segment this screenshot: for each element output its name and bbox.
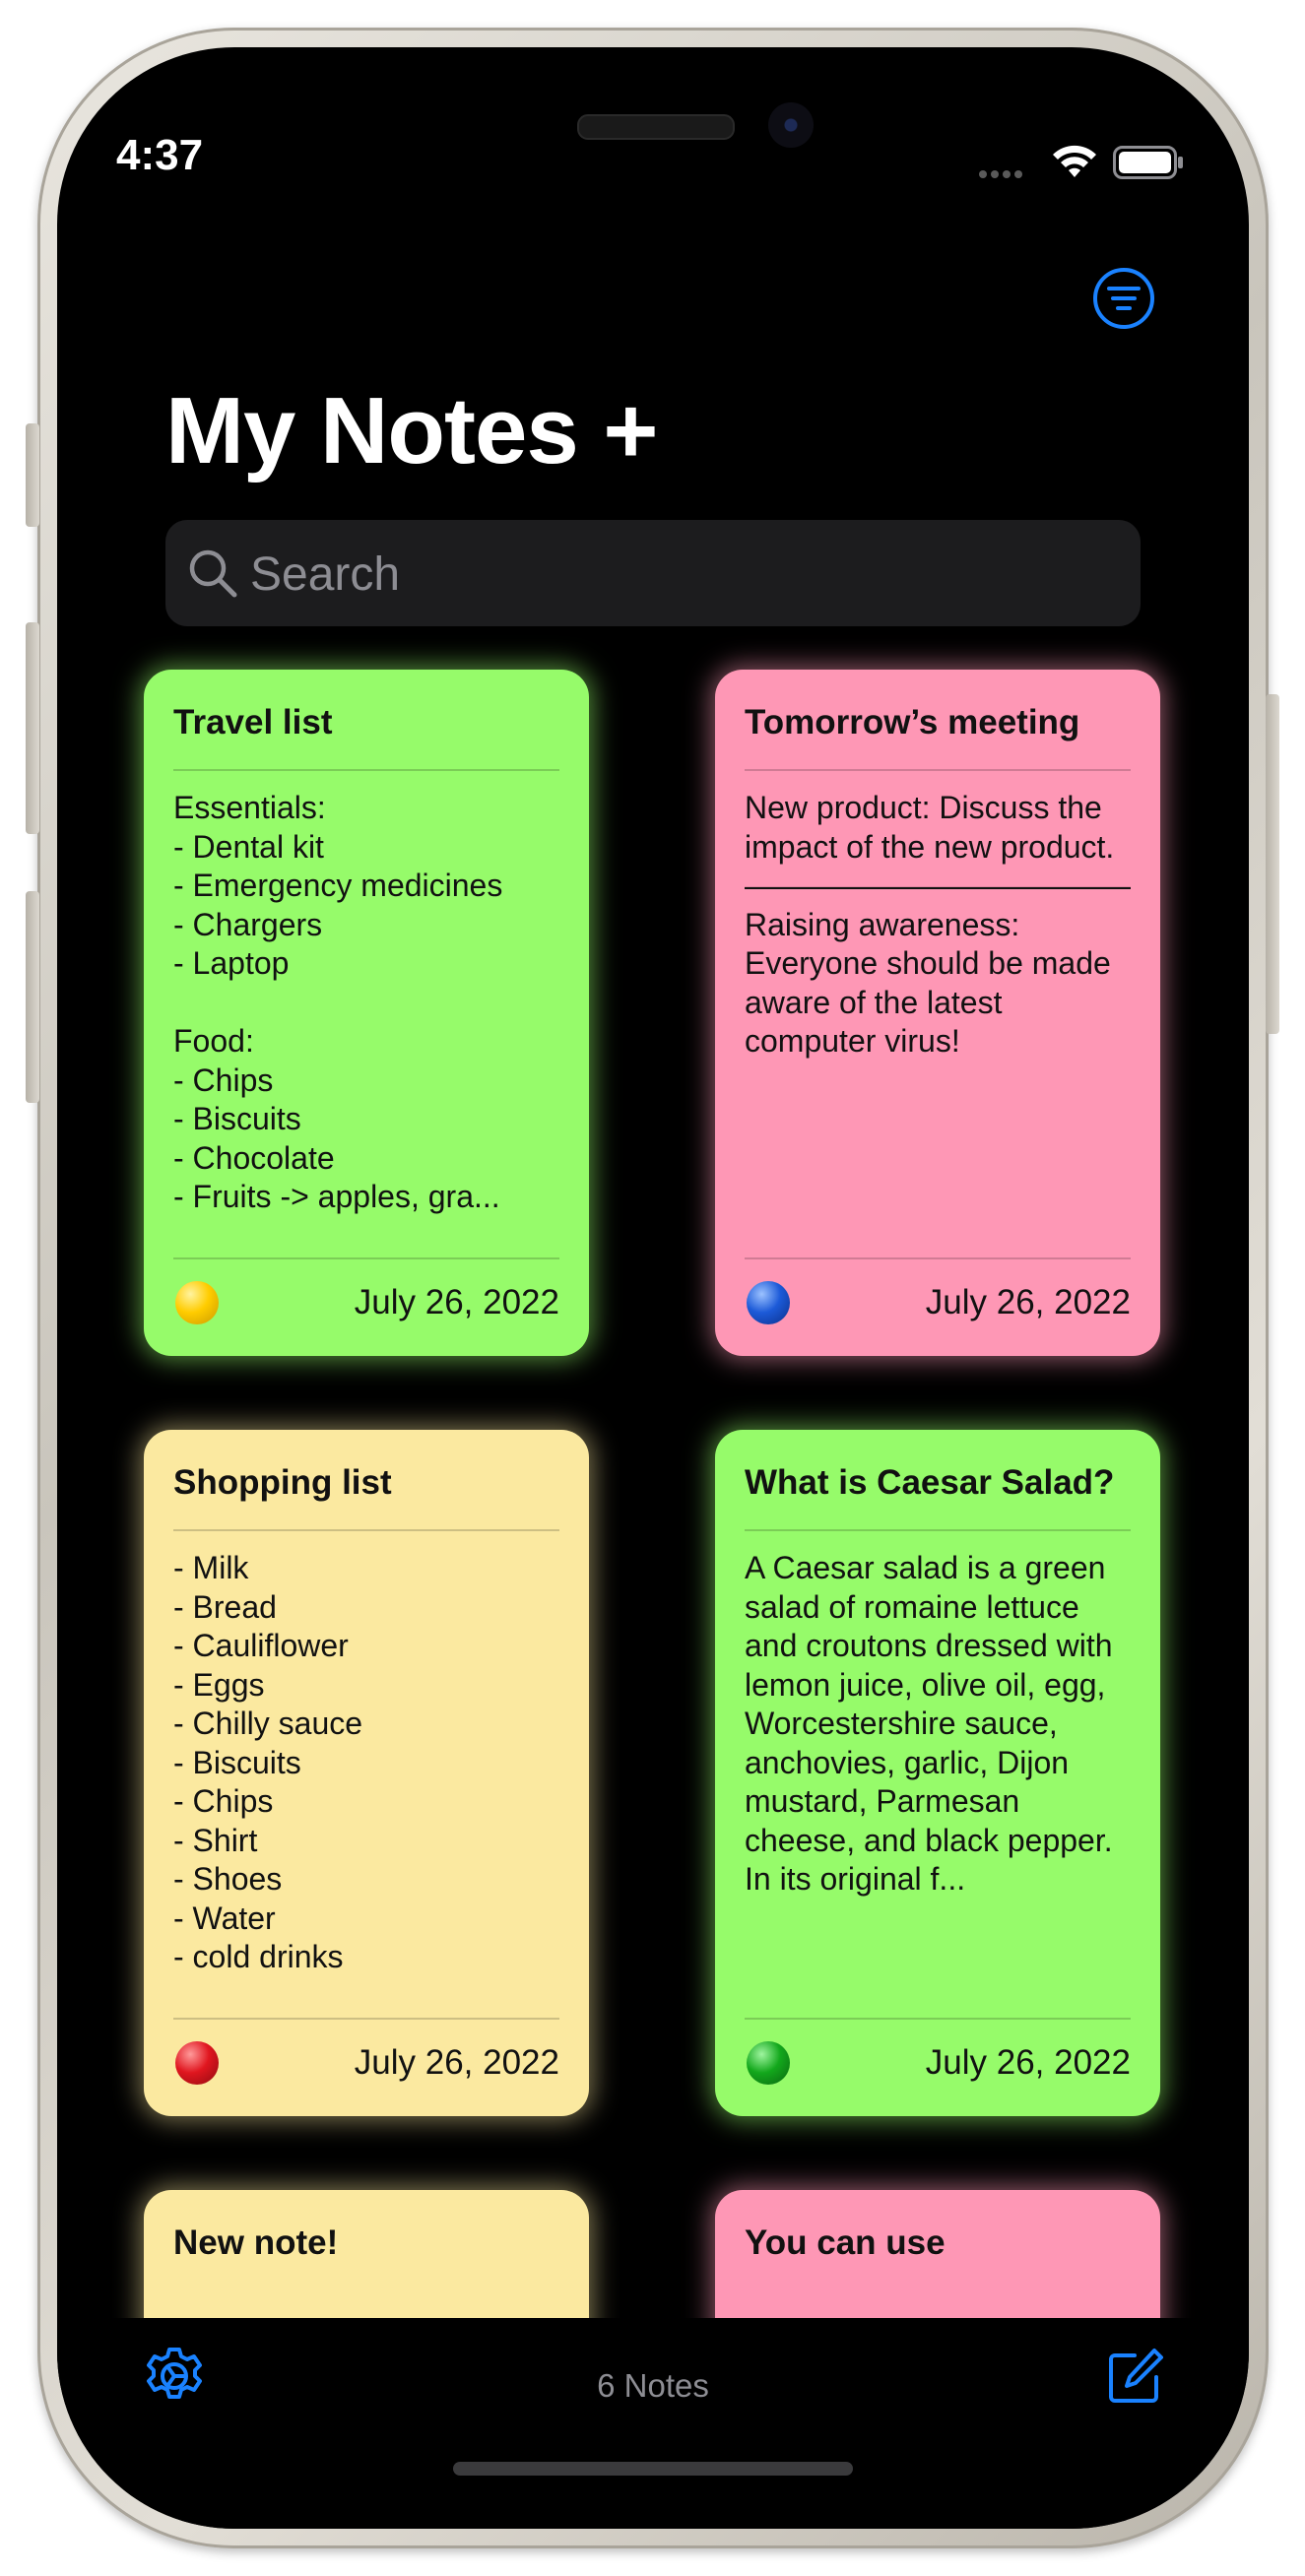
note-body: A Caesar salad is a green salad of romai… bbox=[745, 1550, 1122, 1897]
color-dot-yellow bbox=[175, 1281, 219, 1324]
note-date: July 26, 2022 bbox=[354, 2043, 559, 2082]
note-title: You can use bbox=[745, 2223, 946, 2262]
note-date: July 26, 2022 bbox=[354, 1283, 559, 1321]
note-card[interactable]: Shopping list - Milk - Bread - Cauliflow… bbox=[144, 1430, 589, 2116]
volume-down-button bbox=[26, 891, 39, 1103]
wifi-icon bbox=[1053, 145, 1096, 177]
note-body: Essentials: - Dental kit - Emergency med… bbox=[173, 790, 503, 1214]
notes-count: 6 Notes bbox=[597, 2367, 709, 2404]
mute-switch bbox=[26, 423, 39, 527]
note-body: - Milk - Bread - Cauliflower - Eggs - Ch… bbox=[173, 1550, 363, 1974]
note-footer: July 26, 2022 bbox=[745, 1257, 1131, 1356]
phone-screen: 4:37 My Notes + Travel list bbox=[57, 47, 1249, 2529]
home-indicator[interactable] bbox=[453, 2462, 853, 2476]
note-card[interactable]: Travel list Essentials: - Dental kit - E… bbox=[144, 670, 589, 1356]
color-dot-blue bbox=[747, 1281, 790, 1324]
note-footer: July 26, 2022 bbox=[745, 2018, 1131, 2116]
note-card[interactable]: What is Caesar Salad? A Caesar salad is … bbox=[715, 1430, 1160, 2116]
status-time: 4:37 bbox=[116, 131, 204, 179]
search-input[interactable] bbox=[248, 520, 1119, 628]
page-title: My Notes + bbox=[165, 378, 658, 483]
note-divider bbox=[173, 1529, 559, 1531]
color-dot-red bbox=[175, 2041, 219, 2085]
note-footer: July 26, 2022 bbox=[173, 1257, 559, 1356]
bottom-toolbar: 6 Notes bbox=[57, 2318, 1249, 2529]
color-dot-green bbox=[747, 2041, 790, 2085]
speaker-grille bbox=[577, 114, 735, 140]
note-footer: July 26, 2022 bbox=[173, 2018, 559, 2116]
filter-circle-icon bbox=[1093, 268, 1154, 329]
note-title: Shopping list bbox=[173, 1463, 392, 1502]
new-note-button[interactable] bbox=[1105, 2346, 1166, 2407]
compose-icon bbox=[1109, 2349, 1163, 2403]
note-divider bbox=[173, 769, 559, 771]
filter-button[interactable] bbox=[1091, 266, 1154, 329]
search-bar[interactable] bbox=[165, 520, 1141, 628]
cellular-signal-icon bbox=[979, 163, 1026, 182]
note-title: Tomorrow’s meeting bbox=[745, 703, 1080, 741]
note-title: Travel list bbox=[173, 703, 333, 741]
note-card[interactable]: Tomorrow’s meeting New product: Discuss … bbox=[715, 670, 1160, 1356]
note-date: July 26, 2022 bbox=[925, 1283, 1131, 1321]
note-body: New product: Discuss the impact of the n… bbox=[745, 790, 1131, 1059]
power-button bbox=[1266, 694, 1279, 1034]
search-icon bbox=[189, 549, 237, 598]
note-divider bbox=[745, 1529, 1131, 1531]
battery-icon bbox=[1113, 146, 1183, 179]
note-title: What is Caesar Salad? bbox=[745, 1463, 1115, 1502]
note-title: New note! bbox=[173, 2223, 339, 2262]
note-date: July 26, 2022 bbox=[925, 2043, 1131, 2082]
volume-up-button bbox=[26, 622, 39, 834]
note-divider bbox=[745, 769, 1131, 771]
status-indicators bbox=[979, 142, 1235, 181]
front-camera bbox=[768, 102, 814, 148]
